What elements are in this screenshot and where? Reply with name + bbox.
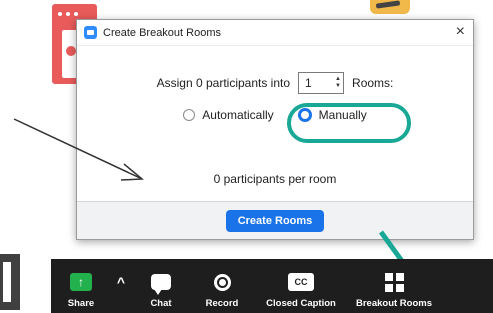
chat-icon[interactable]: [151, 274, 171, 295]
toolbar-breakout-rooms[interactable]: Breakout Rooms: [349, 259, 439, 313]
caret-up-icon[interactable]: ^: [117, 274, 125, 290]
toolbar-record[interactable]: Record: [191, 259, 253, 313]
toolbar-share[interactable]: ↑ Share: [51, 259, 111, 313]
toolbar-closed-caption-label[interactable]: Closed Caption: [266, 298, 336, 309]
toolbar-chat-label[interactable]: Chat: [150, 298, 171, 309]
record-icon[interactable]: [213, 273, 231, 291]
toolbar-breakout-rooms-label[interactable]: Breakout Rooms: [356, 298, 432, 309]
toolbar-share-options[interactable]: ^: [111, 259, 131, 313]
toolbar-closed-caption[interactable]: CC Closed Caption: [253, 259, 349, 313]
share-screen-icon[interactable]: ↑: [70, 273, 92, 291]
meeting-toolbar: ↑ Share ^ Chat Record CC Closed Caption …: [51, 259, 493, 313]
toolbar-share-label[interactable]: Share: [68, 298, 94, 309]
closed-caption-icon[interactable]: CC: [288, 273, 314, 291]
toolbar-chat[interactable]: Chat: [131, 259, 191, 313]
toolbar-record-label[interactable]: Record: [206, 298, 239, 309]
pointer-arrow-icon: [13, 118, 144, 181]
breakout-rooms-icon[interactable]: [384, 272, 404, 292]
